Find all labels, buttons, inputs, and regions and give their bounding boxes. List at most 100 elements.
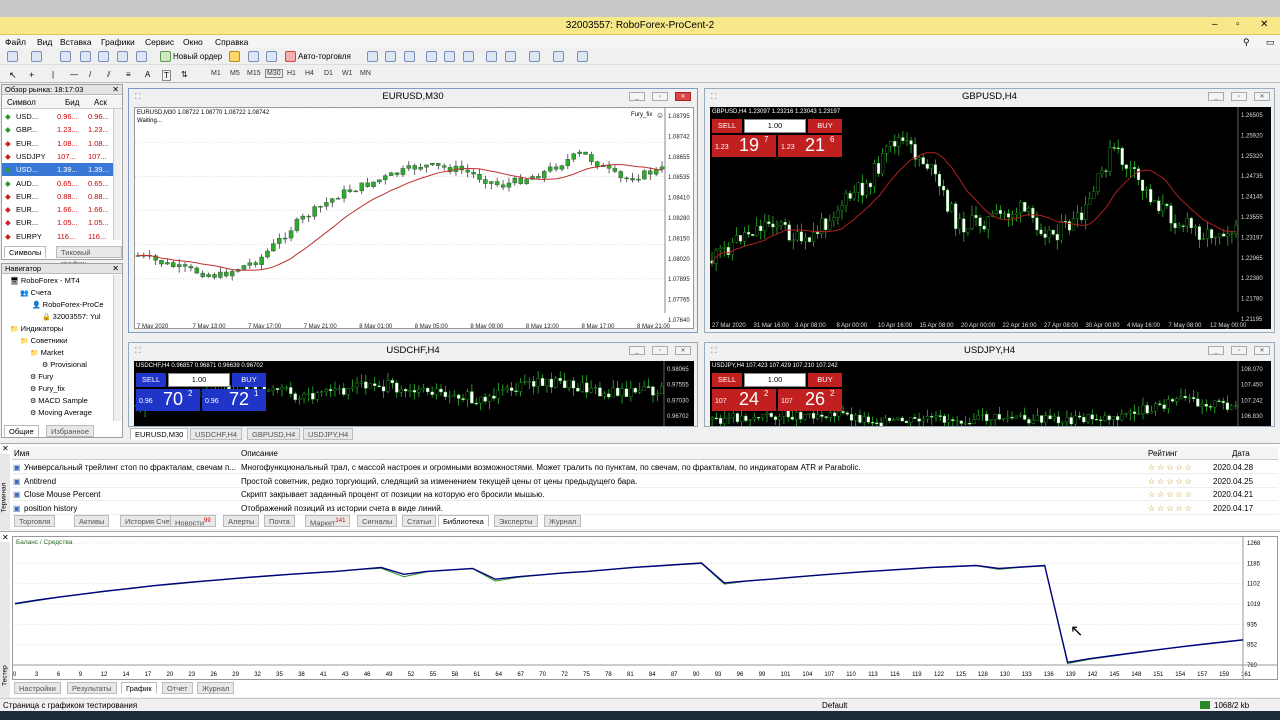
gbpusd-plot[interactable]: 1.26505 1.25920 1.25320 1.24735 1.24145 1.235… bbox=[710, 107, 1271, 329]
autoscroll-icon[interactable] bbox=[486, 51, 497, 62]
col-name[interactable]: Имя bbox=[14, 449, 30, 458]
menu-tools[interactable]: Сервис bbox=[145, 37, 174, 47]
buy-quote[interactable]: 0.96 72 1 bbox=[202, 389, 266, 411]
timeframe-mn[interactable]: MN bbox=[360, 70, 371, 77]
navigator-item[interactable]: ⚙ Moving Average bbox=[30, 407, 92, 419]
chart-window-usdjpy[interactable]: USDJPY,H4 ⛶ _ ▫ ✕ 108.070 107.450 107.242 1… bbox=[704, 342, 1275, 427]
chart-maximize-button[interactable]: ▫ bbox=[1231, 92, 1247, 101]
horizontal-line-icon[interactable]: — bbox=[70, 70, 78, 79]
terminal-tab[interactable]: Торговля bbox=[14, 515, 56, 527]
signals-icon[interactable] bbox=[266, 51, 277, 62]
sell-button[interactable]: SELL bbox=[712, 373, 742, 387]
menu-charts[interactable]: Графики bbox=[101, 37, 135, 47]
tester-tab-results[interactable]: Результаты bbox=[67, 682, 117, 694]
tab-tick-chart[interactable]: Тиковый график bbox=[56, 246, 122, 268]
navigator-item[interactable]: 📁 Market bbox=[30, 347, 64, 359]
terminal-tab[interactable]: Новости99 bbox=[170, 515, 216, 528]
chart-window-eurusd[interactable]: EURUSD,M30 ⛶ _ ▫ ✕ 1.08795 1.08742 1.08655… bbox=[128, 88, 698, 333]
tab-common[interactable]: Общие bbox=[4, 425, 39, 437]
col-ask[interactable]: Аск bbox=[94, 98, 107, 107]
market-watch-row[interactable]: ◆ GBP... 1.23... 1.23... bbox=[2, 123, 113, 136]
crosshair-icon[interactable]: + bbox=[29, 70, 34, 80]
data-window-icon[interactable] bbox=[80, 51, 91, 62]
chart-window-gbpusd[interactable]: GBPUSD,H4 ⛶ _ ▫ ✕ 1.26505 1.25920 1.25320 1… bbox=[704, 88, 1275, 333]
timeframe-m5[interactable]: M5 bbox=[230, 70, 240, 77]
tester-tab-journal[interactable]: Журнал bbox=[197, 682, 235, 694]
menu-view[interactable]: Вид bbox=[37, 37, 52, 47]
tester-close-icon[interactable]: ✕ bbox=[2, 533, 9, 542]
buy-button[interactable]: BUY bbox=[808, 119, 842, 133]
text-icon[interactable]: A bbox=[145, 70, 150, 79]
trendline-icon[interactable]: / bbox=[89, 70, 91, 79]
navigator-item[interactable]: ⚙ Fury_fix bbox=[30, 383, 65, 395]
usdchf-plot[interactable]: 0.98065 0.97555 0.97030 0.96702 USDCHF,H4 0… bbox=[134, 361, 694, 426]
col-bid[interactable]: Бид bbox=[65, 98, 79, 107]
menu-window[interactable]: Окно bbox=[183, 37, 203, 47]
navigator-item[interactable]: 🔒 32003557: Yul bbox=[42, 311, 101, 323]
bar-chart-icon[interactable] bbox=[367, 51, 378, 62]
minimize-button[interactable]: – bbox=[1212, 19, 1218, 30]
timeframe-d1[interactable]: D1 bbox=[324, 70, 333, 77]
library-row[interactable]: ▣ Antitrend Простой советник, редко торгую… bbox=[12, 475, 1278, 488]
market-watch-row[interactable]: ◆ AUD... 0.65... 0.65... bbox=[2, 177, 113, 190]
col-rating[interactable]: Рейтинг bbox=[1148, 449, 1177, 458]
terminal-tab[interactable]: Статьи bbox=[402, 515, 437, 527]
cursor-icon[interactable]: ↖ bbox=[9, 70, 17, 81]
chart-tab-gbpusd[interactable]: GBPUSD,H4 bbox=[247, 428, 301, 440]
navigator-item[interactable]: 👥 Счета bbox=[20, 287, 51, 299]
market-watch-row[interactable]: ◆ EUR... 1.08... 1.08... bbox=[2, 137, 113, 150]
zoom-out-icon[interactable] bbox=[444, 51, 455, 62]
timeframe-m1[interactable]: M1 bbox=[211, 70, 221, 77]
navigator-scrollbar[interactable] bbox=[113, 275, 121, 421]
sell-button[interactable]: SELL bbox=[712, 119, 742, 133]
market-watch-row[interactable]: ◆ EUR... 0.88... 0.88... bbox=[2, 190, 113, 203]
chart-minimize-button[interactable]: _ bbox=[1208, 92, 1224, 101]
tab-symbols[interactable]: Символы bbox=[4, 246, 47, 258]
chart-tab-usdchf[interactable]: USDCHF,H4 bbox=[190, 428, 243, 440]
label-icon[interactable]: T bbox=[162, 70, 171, 81]
templates-icon[interactable] bbox=[577, 51, 588, 62]
buy-button[interactable]: BUY bbox=[232, 373, 266, 387]
periods-icon[interactable] bbox=[553, 51, 564, 62]
chart-tab-eurusd[interactable]: EURUSD,M30 bbox=[130, 428, 189, 440]
new-order-icon[interactable] bbox=[160, 51, 171, 62]
new-order-button[interactable]: Новый ордер bbox=[173, 52, 222, 61]
chart-close-button[interactable]: ✕ bbox=[1254, 92, 1270, 101]
menu-insert[interactable]: Вставка bbox=[60, 37, 92, 47]
chart-tab-usdjpy[interactable]: USDJPY,H4 bbox=[303, 428, 354, 440]
terminal-tab[interactable]: Сигналы bbox=[357, 515, 398, 527]
sell-quote[interactable]: 0.96 70 2 bbox=[136, 389, 200, 411]
candlesticks-icon[interactable] bbox=[385, 51, 396, 62]
channel-icon[interactable]: ⫽ bbox=[107, 70, 111, 80]
maximize-button[interactable]: ▫ bbox=[1236, 19, 1240, 30]
balance-chart[interactable]: 1268 1185 1102 1019 935 852 769 0 3 6 9 12 14 17 20 23 2… bbox=[12, 536, 1278, 680]
chart-minimize-button[interactable]: _ bbox=[629, 92, 645, 101]
tester-tab-report[interactable]: Отчет bbox=[162, 682, 193, 694]
tester-tab-settings[interactable]: Настройки bbox=[14, 682, 61, 694]
close-button[interactable]: ✕ bbox=[1260, 19, 1268, 30]
chart-close-button[interactable]: ✕ bbox=[675, 92, 691, 101]
tester-icon[interactable] bbox=[136, 51, 147, 62]
library-row[interactable]: ▣ Close Mouse Percent Скрипт закрывает зад… bbox=[12, 488, 1278, 501]
terminal-tab[interactable]: Активы bbox=[74, 515, 110, 527]
zoom-in-icon[interactable] bbox=[426, 51, 437, 62]
buy-quote[interactable]: 1.23 21 6 bbox=[778, 135, 842, 157]
autotrading-icon[interactable] bbox=[285, 51, 296, 62]
col-description[interactable]: Описание bbox=[241, 449, 278, 458]
terminal-tab[interactable]: Маркет141 bbox=[305, 515, 351, 528]
terminal-tab[interactable]: Журнал bbox=[544, 515, 582, 527]
market-watch-row[interactable]: ◆ USD... 0.96... 0.96... bbox=[2, 110, 113, 123]
usdjpy-plot[interactable]: 108.070 107.450 107.242 106.830 USDJPY,H4 1… bbox=[710, 361, 1271, 426]
profiles-icon[interactable] bbox=[31, 51, 42, 62]
terminal-icon[interactable] bbox=[117, 51, 128, 62]
chart-maximize-button[interactable]: ▫ bbox=[1231, 346, 1247, 355]
new-chart-icon[interactable] bbox=[7, 51, 18, 62]
navigator-item[interactable]: 📁 Индикаторы bbox=[10, 323, 63, 335]
terminal-close-icon[interactable]: ✕ bbox=[2, 444, 9, 453]
tile-windows-icon[interactable] bbox=[463, 51, 474, 62]
vertical-line-icon[interactable]: | bbox=[52, 70, 54, 79]
navigator-item[interactable]: 🖥 RoboForex - MT4 bbox=[10, 275, 80, 287]
market-watch-row[interactable]: ◆ USDJPY 107... 107... bbox=[2, 150, 113, 163]
search-icon[interactable]: ⚲ bbox=[1243, 37, 1250, 48]
menu-help[interactable]: Справка bbox=[215, 37, 248, 47]
